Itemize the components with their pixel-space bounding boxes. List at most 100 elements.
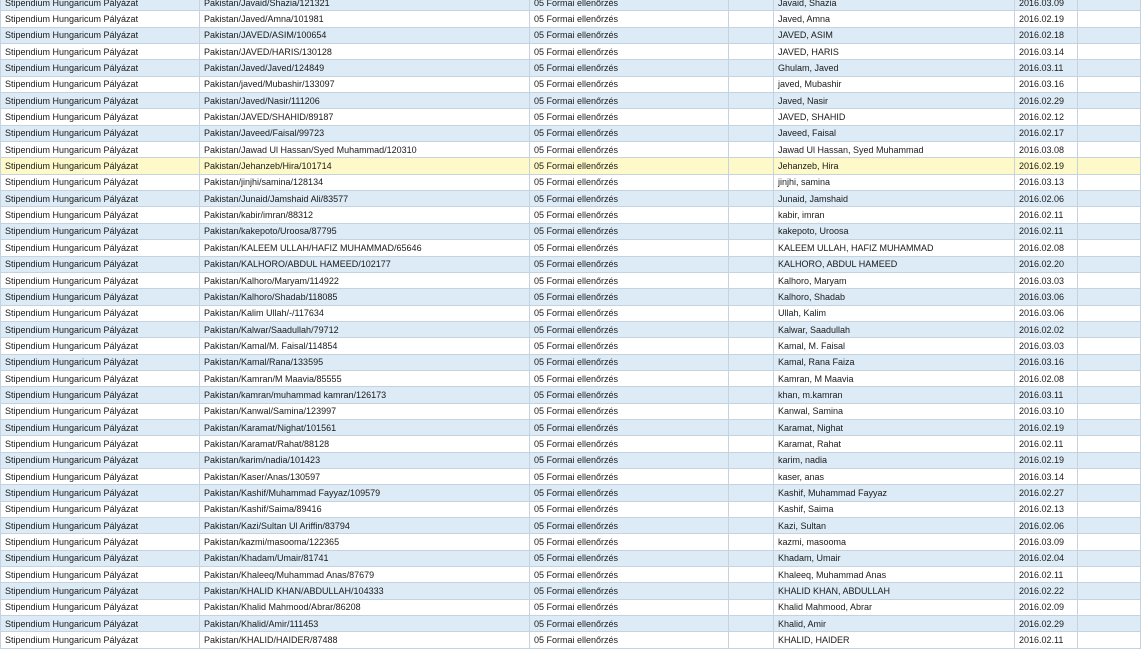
cell-empty[interactable] xyxy=(728,108,774,126)
cell-empty[interactable] xyxy=(1077,549,1141,568)
cell-program[interactable]: Stipendium Hungaricum Pályázat xyxy=(0,451,200,469)
cell-status[interactable]: 05 Formai ellenőrzés xyxy=(529,206,729,224)
cell-program[interactable]: Stipendium Hungaricum Pályázat xyxy=(0,566,200,584)
table-row[interactable]: Stipendium Hungaricum Pályázat Pakistan/K… xyxy=(0,598,1141,617)
cell-status[interactable]: 05 Formai ellenőrzés xyxy=(529,141,729,159)
cell-program[interactable]: Stipendium Hungaricum Pályázat xyxy=(0,222,200,241)
cell-application-code[interactable]: Pakistan/Jehanzeb/Hira/101714 xyxy=(199,157,530,175)
cell-program[interactable]: Stipendium Hungaricum Pályázat xyxy=(0,59,200,77)
cell-application-code[interactable]: Pakistan/Kalwar/Saadullah/79712 xyxy=(199,320,530,339)
cell-submission-date[interactable]: 2016.03.11 xyxy=(1014,386,1078,404)
cell-empty[interactable] xyxy=(1077,582,1141,600)
cell-empty[interactable] xyxy=(1077,500,1141,519)
cell-applicant-name[interactable]: Kalhoro, Shadab xyxy=(773,288,1015,306)
cell-applicant-name[interactable]: KHALID KHAN, ABDULLAH xyxy=(773,582,1015,600)
cell-program[interactable]: Stipendium Hungaricum Pályázat xyxy=(0,402,200,420)
cell-empty[interactable] xyxy=(728,435,774,453)
table-row[interactable]: Stipendium Hungaricum Pályázat Pakistan/J… xyxy=(0,0,1141,12)
table-row[interactable]: Stipendium Hungaricum Pályázat Pakistan/K… xyxy=(0,304,1141,322)
cell-program[interactable]: Stipendium Hungaricum Pályázat xyxy=(0,75,200,94)
table-row[interactable]: Stipendium Hungaricum Pályázat Pakistan/K… xyxy=(0,288,1141,306)
cell-submission-date[interactable]: 2016.03.16 xyxy=(1014,75,1078,94)
cell-empty[interactable] xyxy=(728,369,774,388)
cell-submission-date[interactable]: 2016.02.11 xyxy=(1014,222,1078,241)
cell-application-code[interactable]: Pakistan/JAVED/HARIS/130128 xyxy=(199,43,530,61)
cell-empty[interactable] xyxy=(728,271,774,290)
cell-submission-date[interactable]: 2016.03.10 xyxy=(1014,402,1078,420)
cell-status[interactable]: 05 Formai ellenőrzés xyxy=(529,533,729,551)
cell-empty[interactable] xyxy=(728,173,774,192)
cell-submission-date[interactable]: 2016.03.06 xyxy=(1014,288,1078,306)
cell-applicant-name[interactable]: KHALID, HAIDER xyxy=(773,631,1015,649)
cell-applicant-name[interactable]: Jawad Ul Hassan, Syed Muhammad xyxy=(773,141,1015,159)
table-row[interactable]: Stipendium Hungaricum Pályázat Pakistan/K… xyxy=(0,369,1141,388)
cell-status[interactable]: 05 Formai ellenőrzés xyxy=(529,222,729,241)
cell-empty[interactable] xyxy=(728,631,774,649)
cell-empty[interactable] xyxy=(1077,369,1141,388)
cell-status[interactable]: 05 Formai ellenőrzés xyxy=(529,402,729,420)
cell-submission-date[interactable]: 2016.02.19 xyxy=(1014,451,1078,469)
cell-empty[interactable] xyxy=(728,190,774,208)
cell-submission-date[interactable]: 2016.02.11 xyxy=(1014,435,1078,453)
cell-empty[interactable] xyxy=(728,43,774,61)
cell-status[interactable]: 05 Formai ellenőrzés xyxy=(529,337,729,355)
cell-empty[interactable] xyxy=(1077,288,1141,306)
cell-program[interactable]: Stipendium Hungaricum Pályázat xyxy=(0,337,200,355)
cell-status[interactable]: 05 Formai ellenőrzés xyxy=(529,435,729,453)
cell-empty[interactable] xyxy=(1077,451,1141,469)
cell-program[interactable]: Stipendium Hungaricum Pályázat xyxy=(0,0,200,12)
cell-empty[interactable] xyxy=(728,320,774,339)
cell-application-code[interactable]: Pakistan/Javeed/Faisal/99723 xyxy=(199,124,530,143)
cell-empty[interactable] xyxy=(728,92,774,110)
table-row[interactable]: Stipendium Hungaricum Pályázat Pakistan/K… xyxy=(0,500,1141,519)
cell-empty[interactable] xyxy=(728,10,774,28)
cell-status[interactable]: 05 Formai ellenőrzés xyxy=(529,75,729,94)
cell-applicant-name[interactable]: Javeed, Faisal xyxy=(773,124,1015,143)
cell-application-code[interactable]: Pakistan/JAVED/ASIM/100654 xyxy=(199,26,530,45)
cell-empty[interactable] xyxy=(728,418,774,437)
table-row[interactable]: Stipendium Hungaricum Pályázat Pakistan/K… xyxy=(0,566,1141,584)
cell-application-code[interactable]: Pakistan/Kamal/Rana/133595 xyxy=(199,353,530,371)
cell-program[interactable]: Stipendium Hungaricum Pályázat xyxy=(0,43,200,61)
cell-empty[interactable] xyxy=(1077,141,1141,159)
cell-empty[interactable] xyxy=(1077,598,1141,617)
cell-empty[interactable] xyxy=(728,26,774,45)
cell-submission-date[interactable]: 2016.02.08 xyxy=(1014,369,1078,388)
table-row[interactable]: Stipendium Hungaricum Pályázat Pakistan/K… xyxy=(0,467,1141,486)
table-row[interactable]: Stipendium Hungaricum Pályázat Pakistan/K… xyxy=(0,549,1141,568)
cell-applicant-name[interactable]: Khalid, Amir xyxy=(773,615,1015,633)
cell-empty[interactable] xyxy=(1077,0,1141,12)
table-row[interactable]: Stipendium Hungaricum Pályázat Pakistan/K… xyxy=(0,418,1141,437)
cell-submission-date[interactable]: 2016.02.29 xyxy=(1014,92,1078,110)
cell-application-code[interactable]: Pakistan/kabir/imran/88312 xyxy=(199,206,530,224)
cell-empty[interactable] xyxy=(728,0,774,12)
cell-application-code[interactable]: Pakistan/Junaid/Jamshaid Ali/83577 xyxy=(199,190,530,208)
cell-program[interactable]: Stipendium Hungaricum Pályázat xyxy=(0,320,200,339)
table-row[interactable]: Stipendium Hungaricum Pályázat Pakistan/K… xyxy=(0,320,1141,339)
cell-applicant-name[interactable]: Kanwal, Samina xyxy=(773,402,1015,420)
cell-program[interactable]: Stipendium Hungaricum Pályázat xyxy=(0,484,200,502)
cell-application-code[interactable]: Pakistan/Javed/Javed/124849 xyxy=(199,59,530,77)
cell-applicant-name[interactable]: JAVED, ASIM xyxy=(773,26,1015,45)
cell-submission-date[interactable]: 2016.02.02 xyxy=(1014,320,1078,339)
cell-applicant-name[interactable]: javed, Mubashir xyxy=(773,75,1015,94)
cell-submission-date[interactable]: 2016.02.12 xyxy=(1014,108,1078,126)
cell-empty[interactable] xyxy=(1077,353,1141,371)
cell-applicant-name[interactable]: kazmi, masooma xyxy=(773,533,1015,551)
table-row[interactable]: Stipendium Hungaricum Pályázat Pakistan/J… xyxy=(0,59,1141,77)
cell-applicant-name[interactable]: Kazi, Sultan xyxy=(773,516,1015,535)
cell-applicant-name[interactable]: JAVED, SHAHID xyxy=(773,108,1015,126)
table-row[interactable]: Stipendium Hungaricum Pályázat Pakistan/K… xyxy=(0,631,1141,649)
cell-empty[interactable] xyxy=(728,516,774,535)
cell-program[interactable]: Stipendium Hungaricum Pályázat xyxy=(0,435,200,453)
cell-program[interactable]: Stipendium Hungaricum Pályázat xyxy=(0,26,200,45)
cell-empty[interactable] xyxy=(1077,43,1141,61)
cell-application-code[interactable]: Pakistan/KHALID KHAN/ABDULLAH/104333 xyxy=(199,582,530,600)
cell-status[interactable]: 05 Formai ellenőrzés xyxy=(529,598,729,617)
cell-program[interactable]: Stipendium Hungaricum Pályázat xyxy=(0,288,200,306)
cell-application-code[interactable]: Pakistan/Kazi/Sultan Ul Ariffin/83794 xyxy=(199,516,530,535)
cell-application-code[interactable]: Pakistan/kamran/muhammad kamran/126173 xyxy=(199,386,530,404)
cell-submission-date[interactable]: 2016.03.11 xyxy=(1014,59,1078,77)
cell-submission-date[interactable]: 2016.02.20 xyxy=(1014,255,1078,273)
cell-empty[interactable] xyxy=(1077,206,1141,224)
